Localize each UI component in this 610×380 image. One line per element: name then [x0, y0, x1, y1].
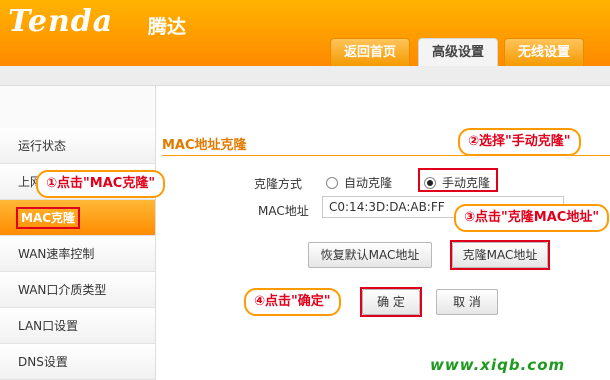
highlight-clone-mac	[450, 240, 550, 270]
header-band	[0, 66, 610, 86]
brand-logo-cn: 腾达	[148, 16, 187, 38]
brand-logo: Tenda	[8, 4, 114, 39]
highlight-manual-clone	[418, 168, 498, 192]
header-bar: Tenda 腾达 返回首页 高级设置 无线设置	[0, 0, 610, 66]
radio-auto-label: 自动克隆	[344, 176, 393, 190]
page-title: MAC地址克隆	[162, 138, 247, 153]
restore-default-mac-button[interactable]: 恢复默认MAC地址	[308, 242, 432, 268]
watermark: www.xiqb.com	[430, 356, 566, 374]
cancel-button[interactable]: 取 消	[436, 289, 498, 315]
sidebar-item-label: 运行状态	[18, 139, 67, 153]
radio-auto-indicator[interactable]	[326, 176, 338, 189]
sidebar-item-wan-rate[interactable]: WAN速率控制	[0, 236, 155, 272]
sidebar-item-label: DNS设置	[18, 355, 68, 369]
sidebar-item-status[interactable]: 运行状态	[0, 128, 155, 164]
sidebar-item-label: WAN口介质类型	[18, 283, 107, 297]
callout-step1: ①点击"MAC克隆"	[36, 170, 166, 198]
sidebar: 运行状态 上网设置 MAC克隆 WAN速率控制 WAN口介质类型 LAN口设置 …	[0, 86, 156, 380]
highlight-ok	[360, 287, 422, 317]
tab-advanced[interactable]: 高级设置	[418, 38, 498, 66]
mac-address-label: MAC地址	[258, 204, 309, 218]
clone-mode-label: 克隆方式	[254, 177, 303, 191]
sidebar-item-dns[interactable]: DNS设置	[0, 344, 155, 380]
callout-step3: ③点击"克隆MAC地址"	[454, 204, 610, 232]
sidebar-item-label: LAN口设置	[18, 319, 79, 333]
callout-step2: ②选择"手动克隆"	[458, 128, 581, 156]
tab-home[interactable]: 返回首页	[330, 38, 410, 66]
sidebar-item-mac-clone[interactable]: MAC克隆	[0, 200, 155, 236]
sidebar-item-lan[interactable]: LAN口设置	[0, 308, 155, 344]
sidebar-item-label: WAN速率控制	[18, 247, 95, 261]
callout-step4: ④点击"确定"	[244, 288, 341, 316]
sidebar-item-label: MAC克隆	[15, 207, 81, 229]
tab-wireless[interactable]: 无线设置	[504, 38, 584, 66]
radio-auto-clone[interactable]: 自动克隆	[326, 174, 392, 191]
sidebar-item-wan-media[interactable]: WAN口介质类型	[0, 272, 155, 308]
